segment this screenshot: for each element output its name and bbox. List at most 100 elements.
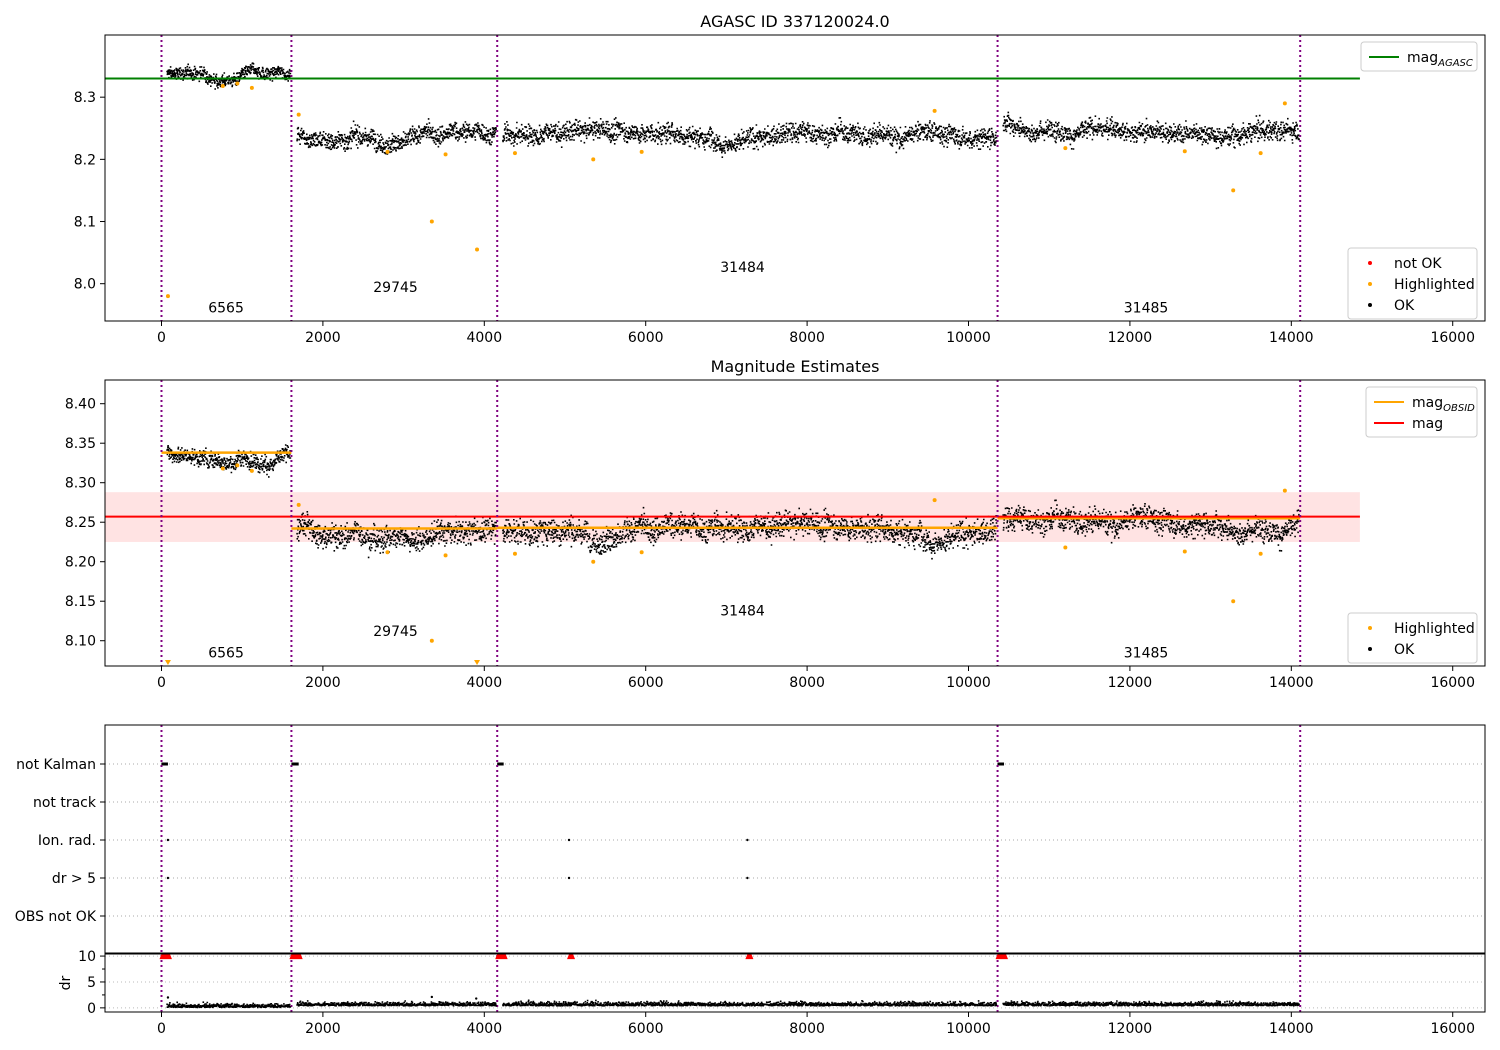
highlighted-point [429,638,434,643]
y-tick-label: 8.3 [74,90,96,106]
obsid-label: 31484 [720,604,765,620]
x-tick-label: 8000 [789,1021,825,1037]
highlighted-point [1063,545,1068,550]
highlighted-point [296,112,301,117]
ok-points-obsid-6565 [166,62,292,90]
x-tick-label: 16000 [1430,675,1475,691]
highlighted-point [639,550,644,555]
legend-label: mag [1412,416,1443,432]
highlighted-point [1282,488,1287,493]
highlighted-point [639,149,644,154]
y-tick-label: 8.30 [65,476,96,492]
highlighted-point [164,660,171,665]
flag-row-label: not track [33,795,97,811]
dr-tick-label: 0 [87,1001,96,1017]
x-tick-label: 14000 [1269,675,1314,691]
x-tick-label: 0 [157,675,166,691]
highlighted-point [165,294,170,299]
highlighted-point [1182,549,1187,554]
highlighted-point [1231,188,1236,193]
dr-tick-label: 5 [87,975,96,991]
flag-point [567,876,571,880]
obsid-label: 31484 [720,260,765,276]
highlighted-point [385,550,390,555]
legend-label: OK [1394,642,1415,658]
dr-clipped-marker [995,954,1009,960]
legend-label: Highlighted [1394,621,1475,637]
flag-row-label: Ion. rad. [38,833,96,849]
obsid-label: 31485 [1124,300,1169,316]
x-tick-label: 8000 [789,330,825,346]
flags-panel: not Kalman not track Ion. rad. dr > 5 OBS no… [15,724,1486,1037]
dr-points [166,999,1300,1009]
x-tick-label: 8000 [789,675,825,691]
dr-clipped-marker [159,954,172,960]
highlighted-point [932,108,937,113]
y-tick-label: 8.2 [74,152,96,168]
highlighted-point [249,468,254,473]
x-tick-label: 4000 [466,1021,502,1037]
x-tick-label: 16000 [1430,330,1475,346]
flag-row-label: dr > 5 [52,871,96,887]
highlighted-point [296,502,301,507]
flag-point [166,838,170,842]
highlighted-point [1063,146,1068,151]
flag-point [746,876,749,880]
y-tick-label: 8.35 [65,436,96,452]
obsid-label: 29745 [373,280,418,296]
flag-row-label: not Kalman [16,757,96,773]
x-tick-label: 2000 [305,675,341,691]
highlighted-point [220,83,225,88]
dr-clipped-marker [495,954,508,960]
x-tick-label: 14000 [1269,1021,1314,1037]
highlighted-point [220,466,225,471]
highlighted-point [235,81,240,86]
x-tick-label: 16000 [1430,1021,1475,1037]
highlighted-point [1258,151,1263,156]
x-tick-label: 4000 [466,330,502,346]
x-tick-label: 14000 [1269,330,1314,346]
x-tick-label: 4000 [466,675,502,691]
highlighted-point [443,152,448,157]
y-tick-label: 8.1 [74,215,96,231]
dr-clipped-marker [745,954,754,960]
x-tick-label: 10000 [946,675,991,691]
x-tick-label: 0 [157,330,166,346]
highlighted-point [1258,551,1263,556]
legend-marker [1368,261,1372,265]
legend-marker [1368,626,1372,630]
legend-label: Highlighted [1394,277,1475,293]
y-tick-label: 8.20 [65,555,96,571]
x-tick-label: 6000 [628,675,664,691]
highlighted-point [429,219,434,224]
legend-label: not OK [1394,256,1442,272]
highlighted-point [591,559,596,564]
flags-frame [104,724,1486,954]
x-tick-label: 6000 [628,330,664,346]
x-tick-label: 12000 [1108,675,1153,691]
y-tick-label: 8.0 [74,277,96,293]
dr-clipped-marker [289,954,303,960]
dr-outlier-point [475,997,478,1000]
highlighted-point [591,157,596,162]
obsid-label: 6565 [208,646,244,662]
legend-label: OK [1394,298,1415,314]
highlighted-point [1282,101,1287,106]
flag-point-run [291,762,299,766]
dr-tick-label: 10 [78,949,96,965]
highlighted-point [474,660,481,665]
highlighted-point [475,247,480,252]
highlighted-point [235,463,240,468]
agasc-mag-panel: 6565 29745 31484 31485 0 2000 4000 6000 8000 1000… [74,34,1486,346]
highlighted-point [1182,149,1187,154]
y-tick-label: 8.40 [65,397,96,413]
flag-point [746,838,749,842]
figure: AGASC ID 337120024.0 6565 29745 31484 31485… [15,12,1486,1037]
dr-outlier-point [430,995,434,999]
magnitude-estimates-panel: Magnitude Estimates 6565 29745 31484 31485 0 2… [65,357,1486,691]
legend-marker [1368,282,1372,286]
highlighted-point [385,149,390,154]
ok-points-obsid-29745 [296,118,497,155]
highlighted-point [512,151,517,156]
legend-marker [1368,303,1372,307]
